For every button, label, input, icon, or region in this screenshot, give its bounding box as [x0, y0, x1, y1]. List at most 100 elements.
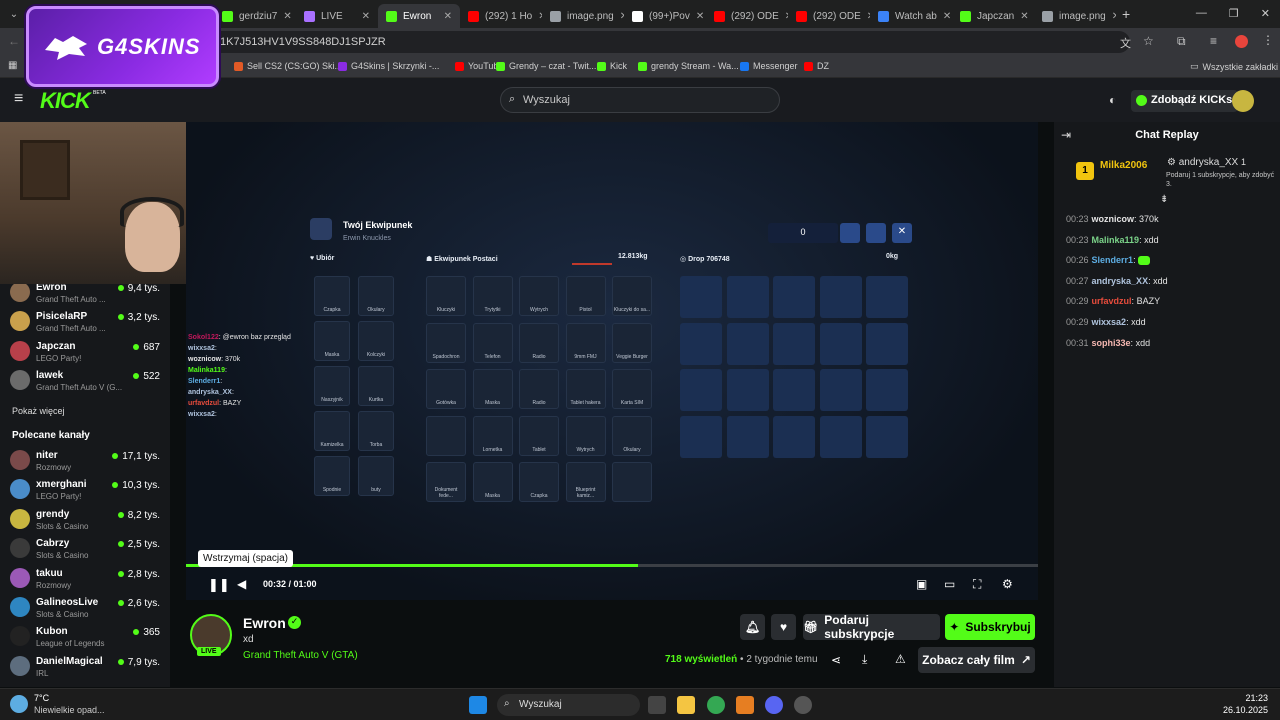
bookmark-item[interactable]: DZ [804, 61, 829, 71]
kick-logo[interactable]: KICK [40, 88, 91, 114]
chrome-icon[interactable] [707, 696, 725, 714]
sidebar-channel-niter[interactable]: niter Rozmowy 17,1 tys. [10, 448, 160, 477]
bookmark-item[interactable]: G4Skins | Skrzynki -... [338, 61, 439, 71]
outfit-slot: Okulary [358, 276, 394, 316]
chat-username[interactable]: urfavdzul [1092, 296, 1132, 306]
sidebar-channel-xmerghani[interactable]: xmerghani LEGO Party! 10,3 tys. [10, 477, 160, 506]
hamburger-icon[interactable]: ≡ [14, 90, 23, 108]
close-tab-icon[interactable]: ✕ [1020, 11, 1028, 22]
video-player[interactable]: Twój Ekwipunek Erwin Knuckles 0 ✕ ♥ Ubió… [186, 122, 1038, 600]
share-icon[interactable]: ⋖ [831, 653, 841, 667]
sidebar-channel-japczan[interactable]: Japczan LEGO Party! 687 [10, 339, 160, 368]
app-icon[interactable] [736, 696, 754, 714]
sidebar-channel-cabrzy[interactable]: Cabrzy Slots & Casino 2,5 tys. [10, 536, 160, 565]
user-avatar[interactable] [1232, 90, 1254, 112]
browser-tab[interactable]: Watch ab ✕ [870, 4, 952, 28]
back-icon[interactable]: ← [8, 34, 20, 48]
sidebar-channel-takuu[interactable]: takuu Rozmowy 2,8 tys. [10, 566, 160, 595]
bookmark-item[interactable]: Grendy – czat - Twit... [496, 61, 596, 71]
pause-icon[interactable]: ❚❚ [208, 577, 230, 593]
start-icon[interactable] [469, 696, 487, 714]
inventory-slot: Maska [472, 462, 513, 502]
sidebar-channel-pisicelarp[interactable]: PisicelaRP Grand Theft Auto ... 3,2 tys. [10, 309, 160, 338]
steam-icon[interactable] [794, 696, 812, 714]
volume-icon[interactable]: ◀ [237, 577, 246, 591]
close-tab-icon[interactable]: ✕ [696, 11, 704, 22]
profile-avatar[interactable] [1235, 35, 1248, 48]
channel-name: lawek [36, 370, 64, 382]
sidebar-channel-lawek[interactable]: lawek Grand Theft Auto V (G... 522 [10, 368, 160, 397]
close-tab-icon[interactable]: ✕ [943, 11, 951, 22]
fullscreen-icon[interactable]: ⛶ [973, 577, 981, 592]
browser-tab[interactable]: gerdziu7 ✕ [214, 4, 296, 28]
sidebar-channel-danielmagical[interactable]: DanielMagical IRL 7,9 tys. [10, 654, 160, 683]
browser-tab[interactable]: Ewron ✕ [378, 4, 460, 28]
drop-weight: 0kg [886, 253, 899, 260]
progress-track[interactable] [186, 564, 1038, 567]
browser-tab[interactable]: (99+)Pov ✕ [624, 4, 706, 28]
miniplayer-icon[interactable]: ▣ [916, 577, 927, 591]
translate-icon[interactable]: 文 [1120, 35, 1131, 51]
explorer-icon[interactable] [677, 696, 695, 714]
browser-tab[interactable]: image.png ✕ [542, 4, 624, 28]
sidebar-channel-ewron[interactable]: Ewron Grand Theft Auto ... 9,4 tys. [10, 280, 160, 309]
inventory-title: Twój Ekwipunek [343, 220, 413, 230]
browser-tab[interactable]: (292) 1 Ho✕ [460, 4, 542, 28]
all-bookmarks[interactable]: ▭ Wszystkie zakładki [1190, 61, 1278, 72]
url-field[interactable]: 1K7J513HV1V9SS848DJ1SPJZR [210, 31, 1130, 53]
bookmark-item[interactable]: Kick [597, 61, 627, 71]
browser-tab[interactable]: (292) ODE✕ [706, 4, 788, 28]
theme-icon[interactable]: ◐ [1109, 93, 1116, 107]
discord-icon[interactable] [765, 696, 783, 714]
get-kicks-button[interactable]: Zdobądź KICKs [1131, 90, 1239, 112]
close-window-icon[interactable]: ✕ [1261, 7, 1270, 20]
chat-username[interactable]: woznicow [1092, 214, 1135, 224]
theater-icon[interactable]: ▭ [944, 577, 955, 591]
extensions-icon[interactable]: ⧉ [1177, 34, 1186, 49]
browser-tab[interactable]: LIVE ✕ [296, 4, 378, 28]
close-tab-icon[interactable]: ✕ [1112, 11, 1116, 22]
sidebar-channel-kubon[interactable]: Kubon League of Legends 365 [10, 624, 160, 653]
gift-sub-button[interactable]: 🎁︎ Podaruj subskrypcje [803, 613, 940, 641]
bookmark-item[interactable]: Messenger [740, 61, 798, 71]
close-tab-icon[interactable]: ✕ [444, 11, 452, 22]
apps-icon[interactable]: ▦ [8, 60, 17, 71]
watch-full-button[interactable]: Zobacz cały film ↗ [918, 647, 1035, 673]
download-icon[interactable]: ⤓ [862, 652, 867, 667]
chat-username[interactable]: Malinka119 [1092, 235, 1140, 245]
follow-button[interactable]: ♥ [771, 614, 796, 640]
minimize-icon[interactable]: — [1196, 7, 1207, 20]
settings-icon[interactable]: ⚙ [1002, 577, 1013, 591]
streamer-name[interactable]: Ewron [243, 615, 286, 631]
browser-tab[interactable]: image.png ✕ [1034, 4, 1116, 28]
chat-username[interactable]: andryska_XX [1092, 276, 1149, 286]
tab-search-icon[interactable]: ⌄ [0, 0, 28, 28]
menu-icon[interactable]: ⋮ [1262, 33, 1274, 47]
bookmark-favicon-icon [740, 61, 749, 71]
bookmark-item[interactable]: grendy Stream - Wa... [638, 61, 739, 71]
subscribe-button[interactable]: ✦ Subskrybuj [945, 614, 1035, 640]
pin-icon[interactable]: ⇟ [1160, 194, 1168, 205]
bookmark-item[interactable]: Sell CS2 (CS:GO) Ski... [234, 61, 342, 71]
close-tab-icon[interactable]: ✕ [283, 11, 291, 22]
taskbar-search[interactable]: ⌕ Wyszukaj [497, 694, 640, 716]
close-tab-icon[interactable]: ✕ [362, 11, 370, 22]
media-icon[interactable]: ≡ [1210, 34, 1217, 48]
sidebar-channel-grendy[interactable]: grendy Slots & Casino 8,2 tys. [10, 507, 160, 536]
sidebar-channel-galineoslive[interactable]: GalineosLive Slots & Casino 2,6 tys. [10, 595, 160, 624]
notify-button[interactable]: 🔔︎ [740, 614, 765, 640]
task-view-icon[interactable] [648, 696, 666, 714]
browser-tab[interactable]: (292) ODE✕ [788, 4, 870, 28]
show-more-link[interactable]: Pokaż więcej [12, 406, 65, 416]
maximize-icon[interactable]: ❐ [1229, 7, 1239, 20]
star-icon[interactable]: ☆ [1143, 34, 1154, 48]
search-input[interactable]: ⌕ Wyszukaj [500, 87, 780, 113]
drop-slot [680, 415, 722, 458]
chat-username[interactable]: Slenderr1 [1092, 255, 1134, 265]
browser-tab[interactable]: Japczan ✕ [952, 4, 1034, 28]
new-tab-icon[interactable]: + [1122, 6, 1130, 22]
report-icon[interactable]: ⚠ [895, 652, 906, 666]
stream-category[interactable]: Grand Theft Auto V (GTA) [243, 650, 358, 661]
chat-username[interactable]: sophi33e [1092, 338, 1131, 348]
chat-username[interactable]: wixxsa2 [1092, 317, 1127, 327]
